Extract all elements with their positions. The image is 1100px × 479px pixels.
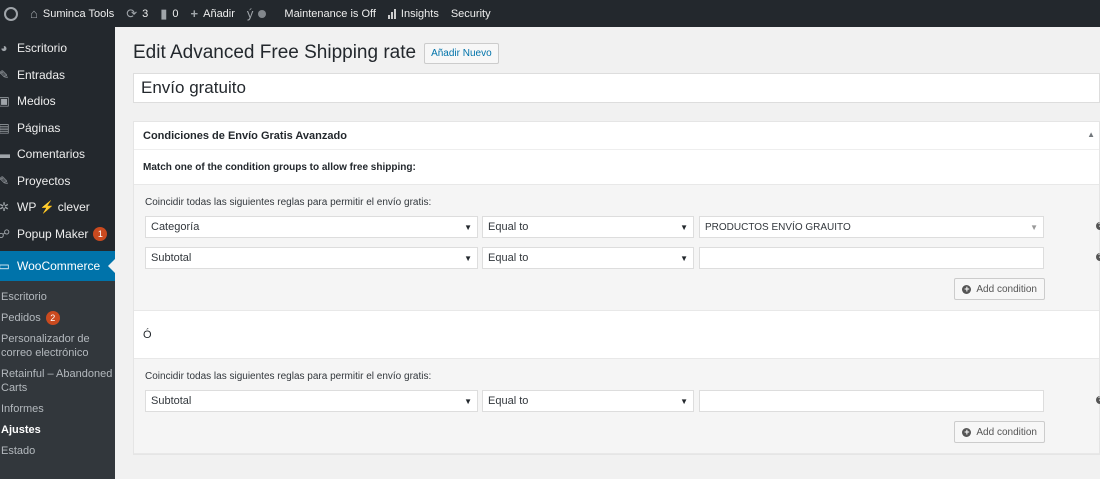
operator-select[interactable]: Equal to ▼	[482, 216, 694, 238]
dropdown-arrow-icon: ▼	[464, 396, 472, 406]
insights-link[interactable]: Insights	[382, 0, 445, 27]
plus-icon: +	[190, 6, 199, 21]
status-dot-icon	[258, 9, 267, 18]
gear-icon: ✲	[0, 200, 10, 215]
sidebar-item-entradas[interactable]: ✎ Entradas	[0, 62, 115, 89]
match-instruction: Match one of the condition groups to all…	[143, 161, 416, 173]
sidebar-item-woocommerce[interactable]: ▭ WooCommerce	[0, 251, 115, 281]
add-new-button[interactable]: Añadir Nuevo	[424, 42, 499, 64]
refresh-icon: ⟳	[126, 5, 138, 21]
dropdown-arrow-icon: ▼	[680, 396, 688, 406]
post-title-input[interactable]: Envío gratuito	[133, 73, 1100, 103]
yoast-icon: ý	[246, 6, 254, 21]
media-icon: ▣	[0, 94, 10, 109]
woo-icon: ▭	[0, 259, 10, 273]
comments-link[interactable]: ▮ 0	[154, 0, 184, 27]
admin-bar: ⌂ Suminca Tools ⟳ 3 ▮ 0 + Añadir ý Maintenan…	[0, 0, 1100, 27]
operator-select[interactable]: Equal to ▼	[482, 390, 694, 412]
page-title: Edit Advanced Free Shipping rate	[133, 42, 417, 63]
add-condition-button[interactable]: + Add condition	[954, 421, 1045, 443]
help-icon[interactable]: ?	[1096, 222, 1100, 230]
dropdown-arrow-icon: ▼	[1030, 222, 1038, 232]
condition-group-2: Coincidir todas las siguientes reglas pa…	[134, 358, 1100, 454]
add-condition-button[interactable]: + Add condition	[954, 278, 1045, 300]
sidebar-item-escritorio[interactable]: ◕ Escritorio	[0, 35, 115, 62]
value-input[interactable]	[699, 247, 1044, 269]
or-separator: Ó	[143, 328, 152, 341]
operator-select[interactable]: Equal to ▼	[482, 247, 694, 269]
submenu-item-informes[interactable]: Informes	[0, 399, 115, 420]
condition-rule: Subtotal▼ Equal to▼ ?	[145, 247, 1100, 269]
sidebar-item-proyectos[interactable]: ✎ Proyectos	[0, 168, 115, 195]
submenu-item-escritorio[interactable]: Escritorio	[0, 287, 115, 308]
submenu-item-estado[interactable]: Estado	[0, 441, 115, 462]
submenu-item-retainful[interactable]: Retainful – Abandoned Carts	[0, 364, 115, 399]
condition-select[interactable]: Subtotal ▼	[145, 247, 478, 269]
plus-icon: +	[962, 426, 972, 437]
dropdown-arrow-icon: ▼	[464, 222, 472, 232]
group-title: Coincidir todas las siguientes reglas pa…	[145, 197, 432, 208]
condition-select[interactable]: Categoría ▼	[145, 216, 478, 238]
dropdown-arrow-icon: ▼	[464, 253, 472, 263]
dropdown-arrow-icon: ▼	[680, 222, 688, 232]
help-icon[interactable]: ?	[1096, 396, 1100, 404]
home-icon: ⌂	[30, 6, 38, 21]
dashboard-icon: ◕	[0, 41, 8, 56]
pin-icon: ✎	[0, 67, 10, 82]
value-input[interactable]	[699, 390, 1044, 412]
help-icon[interactable]: ?	[1096, 253, 1100, 261]
main-content: Edit Advanced Free Shipping rate Añadir …	[133, 27, 1100, 455]
popup-icon: ☍	[0, 226, 11, 241]
sidebar-item-wp-clever[interactable]: ✲ WP ⚡ clever	[0, 194, 115, 221]
condition-select[interactable]: Subtotal ▼	[145, 390, 478, 412]
dropdown-arrow-icon: ▼	[680, 253, 688, 263]
wordpress-logo-icon[interactable]	[0, 0, 24, 27]
submenu-item-pedidos[interactable]: Pedidos 2	[0, 308, 115, 329]
condition-rule: Subtotal▼ Equal to▼ ?	[145, 390, 1100, 412]
comment-icon: ▬	[0, 147, 10, 162]
pin-icon: ✎	[0, 173, 10, 188]
collapse-arrow-icon[interactable]: ▲	[1087, 130, 1095, 139]
submenu-item-email-customizer[interactable]: Personalizador de correo electrónico	[0, 329, 115, 364]
postbox-header[interactable]: Condiciones de Envío Gratis Avanzado ▲	[134, 122, 1099, 150]
popup-badge: 1	[93, 226, 108, 241]
comment-icon: ▮	[160, 5, 168, 21]
condition-group-1: Coincidir todas las siguientes reglas pa…	[134, 184, 1100, 311]
sidebar-item-paginas[interactable]: ▤ Páginas	[0, 115, 115, 142]
maintenance-link[interactable]: Maintenance is Off	[278, 0, 382, 27]
updates-link[interactable]: ⟳ 3	[120, 0, 154, 27]
plus-icon: +	[962, 283, 972, 294]
new-content-link[interactable]: + Añadir	[185, 0, 241, 27]
yoast-link[interactable]: ý	[241, 0, 279, 27]
submenu-item-ajustes[interactable]: Ajustes	[0, 420, 115, 441]
sidebar-item-comentarios[interactable]: ▬ Comentarios	[0, 141, 115, 168]
sidebar-item-medios[interactable]: ▣ Medios	[0, 88, 115, 115]
page-header: Edit Advanced Free Shipping rate Añadir …	[133, 27, 1100, 79]
value-select[interactable]: PRODUCTOS ENVÍO GRAUITO ▼	[699, 216, 1044, 238]
orders-badge: 2	[45, 311, 60, 325]
condition-rule: Categoría ▼ Equal to ▼ PRODUCTOS ENVÍO GRA…	[145, 216, 1100, 238]
chart-bars-icon	[387, 8, 396, 19]
sidebar-item-popup-maker[interactable]: ☍ Popup Maker 1	[0, 221, 115, 248]
site-name-link[interactable]: ⌂ Suminca Tools	[24, 0, 120, 27]
conditions-postbox: Condiciones de Envío Gratis Avanzado ▲ M…	[133, 121, 1100, 455]
woocommerce-submenu: Escritorio Pedidos 2 Personalizador de co…	[0, 281, 115, 479]
security-link[interactable]: Security	[445, 0, 497, 27]
pages-icon: ▤	[0, 120, 10, 135]
group-title: Coincidir todas las siguientes reglas pa…	[145, 371, 432, 382]
admin-sidebar: ◕ Escritorio ✎ Entradas ▣ Medios ▤ Páginas ▬…	[0, 27, 115, 479]
